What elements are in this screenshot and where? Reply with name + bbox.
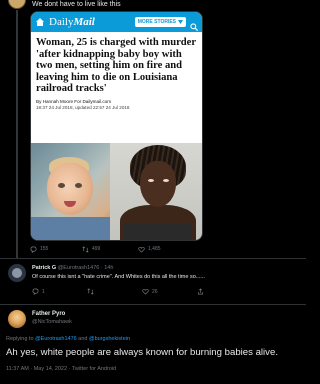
dailymail-header-bar: DailyMail MORE STORIES — [31, 12, 202, 32]
dailymail-logo: DailyMail — [49, 16, 95, 28]
retweet-icon — [82, 245, 89, 253]
reply-button[interactable]: 1 — [32, 288, 87, 295]
heart-icon — [142, 288, 149, 295]
tweet-timestamp[interactable]: 11:37 AM · May 14, 2022 · Twitter for An… — [6, 366, 116, 372]
retweet-count: 499 — [92, 246, 101, 252]
reply-button[interactable]: 155 — [30, 246, 82, 253]
avatar[interactable] — [8, 310, 26, 328]
reply-text: Of course this isnt a "hate crime". And … — [32, 274, 205, 280]
reply-icon — [32, 288, 39, 295]
reply-count: 1 — [42, 288, 45, 295]
article-photos — [31, 143, 202, 240]
home-icon — [35, 17, 45, 27]
share-button[interactable] — [197, 288, 252, 295]
tweet-text: Ah yes, white people are always known fo… — [6, 347, 278, 358]
retweet-button[interactable]: 499 — [82, 245, 138, 253]
heart-icon — [138, 246, 145, 253]
retweet-icon — [87, 288, 94, 295]
author-handle[interactable]: @NicTomahawk — [32, 319, 72, 325]
article-headline: Woman, 25 is charged with murder 'after … — [36, 37, 196, 95]
top-tweet-text: We dont have to live like this — [32, 1, 121, 8]
article-byline: By Hannah Moore For Dailymail.com 18:37 … — [31, 95, 202, 111]
reply-time: 14h — [104, 265, 114, 271]
like-count: 26 — [152, 288, 158, 295]
more-stories-button: MORE STORIES — [134, 17, 186, 27]
search-icon — [190, 18, 199, 32]
replying-to: Replying to @Eurotrash1476 and @burgshek… — [6, 336, 131, 342]
byline-dates: 18:37 24 Jul 2018, updated 22:57 24 Jul … — [36, 104, 130, 110]
mention-link[interactable]: @Eurotrash1476 — [35, 336, 77, 342]
reply-author-handle: @Eurotrash1476 — [57, 265, 100, 271]
baby-photo — [31, 143, 110, 240]
divider — [0, 258, 306, 259]
mention-link[interactable]: @burgshekistein — [89, 336, 130, 342]
thread-line — [16, 10, 18, 258]
author-name[interactable]: Father Pyro — [32, 311, 65, 317]
divider — [0, 304, 306, 305]
like-button[interactable]: 26 — [142, 288, 197, 295]
reply-count: 155 — [40, 246, 49, 252]
top-tweet-avatar[interactable] — [8, 0, 26, 9]
share-icon — [197, 288, 204, 295]
reply-tweet[interactable]: Patrick G @Eurotrash1476 · 14h Of course… — [0, 262, 306, 302]
retweet-button[interactable] — [87, 288, 142, 295]
chevron-down-icon — [178, 20, 183, 24]
reply-author-name[interactable]: Patrick G — [32, 265, 56, 271]
reply-actions: 1 26 — [32, 288, 252, 295]
reply-icon — [30, 246, 37, 253]
like-count: 1,485 — [148, 246, 161, 252]
article-image-card[interactable]: DailyMail MORE STORIES Woman, 25 is char… — [30, 11, 203, 241]
avatar[interactable] — [8, 264, 26, 282]
mugshot-photo — [110, 143, 202, 240]
reply-header: Patrick G @Eurotrash1476 · 14h — [32, 265, 114, 271]
main-tweet: Father Pyro @NicTomahawk Replying to @Eu… — [0, 308, 306, 384]
top-tweet-actions: 155 499 1,485 — [30, 244, 203, 254]
like-button[interactable]: 1,485 — [138, 246, 161, 253]
